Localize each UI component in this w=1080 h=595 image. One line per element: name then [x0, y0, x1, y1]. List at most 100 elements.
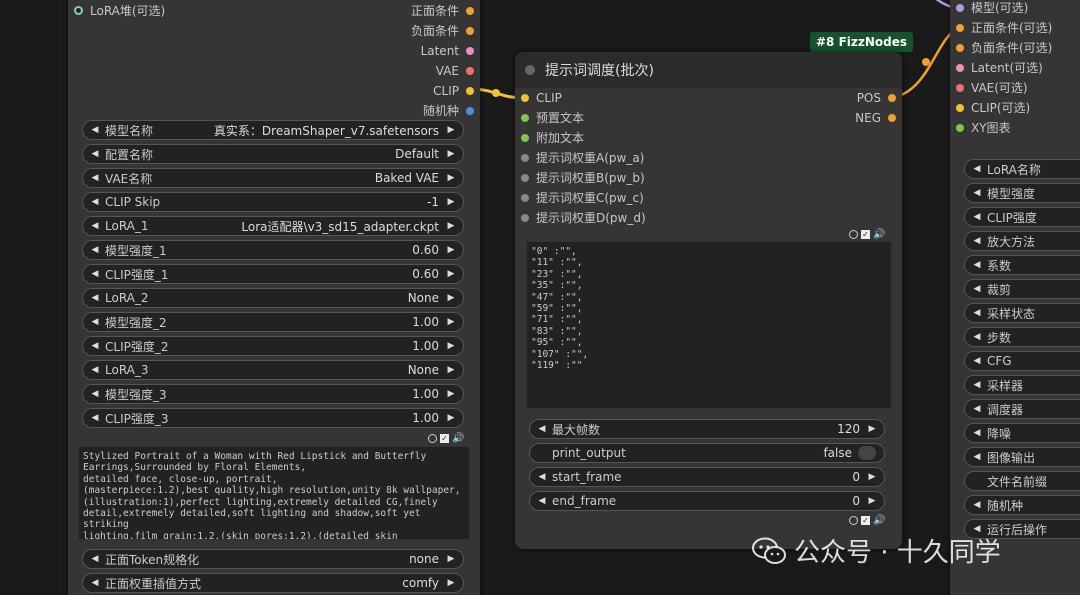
widget-right-2[interactable]: ◀CLIP强度▶	[964, 207, 1080, 227]
widget-right-0[interactable]: ◀LoRA名称▶	[964, 159, 1080, 179]
output-dot[interactable]	[466, 26, 474, 35]
widget-right-4[interactable]: ◀系数▶	[964, 255, 1080, 275]
checkbox-icon[interactable]: ✓	[861, 516, 870, 525]
checkbox-icon[interactable]: ✓	[440, 434, 449, 443]
widget-left-1[interactable]: ◀ 配置名称 Default ▶	[82, 144, 464, 164]
arrow-right-icon[interactable]: ▶	[445, 173, 457, 183]
arrow-left-icon[interactable]: ◀	[536, 496, 548, 506]
arrow-left-icon[interactable]: ◀	[971, 188, 983, 198]
input-slot-2[interactable]: 附加文本	[521, 128, 584, 148]
circle-icon[interactable]	[428, 434, 437, 443]
widget-right-9[interactable]: ◀采样器▶	[964, 375, 1080, 395]
arrow-left-icon[interactable]: ◀	[971, 380, 983, 390]
output-slot-3[interactable]: VAE	[436, 61, 474, 81]
output-slot-4[interactable]: CLIP	[433, 81, 474, 101]
input-dot[interactable]	[521, 93, 529, 102]
output-dot[interactable]	[466, 46, 474, 55]
input-dot[interactable]	[956, 23, 964, 32]
arrow-left-icon[interactable]: ◀	[971, 236, 983, 246]
arrow-right-icon[interactable]: ▶	[445, 269, 457, 279]
output-slot-2[interactable]: Latent	[421, 41, 474, 61]
widget-right-8[interactable]: ◀CFG▶	[964, 351, 1080, 371]
widget-left-12[interactable]: ◀ CLIP强度_3 1.00 ▶	[82, 408, 464, 428]
arrow-right-icon[interactable]: ▶	[445, 197, 457, 207]
input-dot[interactable]	[521, 193, 529, 202]
input-slot-1[interactable]: 预置文本	[521, 108, 584, 128]
input-dot[interactable]	[956, 123, 964, 132]
input-slot-3[interactable]: Latent(可选)	[956, 58, 1043, 78]
widget-mid-1[interactable]: ◀print_outputfalse	[529, 443, 885, 463]
positive-prompt-textarea[interactable]: Stylized Portrait of a Woman with Red Li…	[78, 446, 470, 540]
speaker-icon[interactable]: 🔊	[873, 515, 885, 526]
input-slot-5[interactable]: 提示词权重C(pw_c)	[521, 188, 644, 208]
arrow-right-icon[interactable]: ▶	[445, 389, 457, 399]
widget-mid-3[interactable]: ◀ end_frame 0 ▶	[529, 491, 885, 511]
arrow-left-icon[interactable]: ◀	[89, 149, 101, 159]
collapse-dot-icon[interactable]	[525, 65, 535, 75]
input-slot-4[interactable]: VAE(可选)	[956, 78, 1028, 98]
arrow-left-icon[interactable]: ◀	[971, 260, 983, 270]
arrow-left-icon[interactable]: ◀	[536, 424, 548, 434]
output-dot[interactable]	[888, 93, 896, 102]
node-canvas[interactable]: LoRA堆(可选) 正面条件 负面条件 Latent VAE CLIP 随机种 ◀ 模型名称…	[0, 0, 1080, 595]
output-dot[interactable]	[466, 106, 474, 115]
arrow-right-icon[interactable]: ▶	[445, 554, 457, 564]
arrow-right-icon[interactable]: ▶	[445, 245, 457, 255]
widget-left-2[interactable]: ◀ VAE名称 Baked VAE ▶	[82, 168, 464, 188]
output-dot[interactable]	[466, 66, 474, 75]
circle-icon[interactable]	[849, 230, 858, 239]
widget-left-11[interactable]: ◀ 模型强度_3 1.00 ▶	[82, 384, 464, 404]
input-dot[interactable]	[956, 63, 964, 72]
arrow-left-icon[interactable]: ◀	[971, 308, 983, 318]
arrow-left-icon[interactable]: ◀	[971, 212, 983, 222]
arrow-left-icon[interactable]: ◀	[89, 269, 101, 279]
widget-left-5[interactable]: ◀ 模型强度_1 0.60 ▶	[82, 240, 464, 260]
arrow-left-icon[interactable]: ◀	[971, 164, 983, 174]
ksampler-node[interactable]: 模型(可选) 正面条件(可选) 负面条件(可选) Latent(可选) VAE(可选) C…	[950, 0, 1080, 595]
input-dot[interactable]	[956, 103, 964, 112]
arrow-right-icon[interactable]: ▶	[866, 424, 878, 434]
node-title-bar[interactable]: 提示词调度(批次)	[515, 52, 902, 88]
input-slot-4[interactable]: 提示词权重B(pw_b)	[521, 168, 645, 188]
widget-right-14[interactable]: ◀随机种▶	[964, 495, 1080, 515]
input-dot[interactable]	[956, 43, 964, 52]
widget-right-3[interactable]: ◀放大方法▶	[964, 231, 1080, 251]
arrow-left-icon[interactable]: ◀	[971, 356, 983, 366]
input-slot-2[interactable]: 负面条件(可选)	[956, 38, 1052, 58]
output-dot[interactable]	[888, 113, 896, 122]
widget-left-8[interactable]: ◀ 模型强度_2 1.00 ▶	[82, 312, 464, 332]
widget-left-4[interactable]: ◀ LoRA_1 Lora适配器\v3_sd15_adapter.ckpt ▶	[82, 216, 464, 236]
arrow-left-icon[interactable]: ◀	[89, 554, 101, 564]
input-dot[interactable]	[956, 83, 964, 92]
input-slot-6[interactable]: 提示词权重D(pw_d)	[521, 208, 646, 228]
input-slot-5[interactable]: CLIP(可选)	[956, 98, 1030, 118]
arrow-left-icon[interactable]: ◀	[89, 197, 101, 207]
speaker-icon[interactable]: 🔊	[452, 433, 464, 444]
output-slot-neg[interactable]: NEG	[855, 108, 896, 128]
arrow-left-icon[interactable]: ◀	[89, 365, 101, 375]
input-dot[interactable]	[521, 173, 529, 182]
widget-left-7[interactable]: ◀ LoRA_2 None ▶	[82, 288, 464, 308]
arrow-left-icon[interactable]: ◀	[89, 389, 101, 399]
output-slot-0[interactable]: 正面条件	[411, 1, 474, 21]
input-slot-1[interactable]: 正面条件(可选)	[956, 18, 1052, 38]
input-dot[interactable]	[521, 153, 529, 162]
arrow-left-icon[interactable]: ◀	[89, 317, 101, 327]
widget-left-0[interactable]: ◀ 模型名称 真实系：DreamShaper_v7.safetensors ▶	[82, 120, 464, 140]
widget-right-5[interactable]: ◀裁剪▶	[964, 279, 1080, 299]
output-dot[interactable]	[466, 6, 474, 15]
arrow-left-icon[interactable]: ◀	[971, 332, 983, 342]
input-slot-6[interactable]: XY图表	[956, 118, 1011, 138]
arrow-right-icon[interactable]: ▶	[445, 125, 457, 135]
lora-stack-input-dot[interactable]	[74, 6, 83, 15]
toggle-knob[interactable]	[858, 446, 876, 460]
arrow-right-icon[interactable]: ▶	[445, 149, 457, 159]
arrow-left-icon[interactable]: ◀	[89, 173, 101, 183]
widget-right-1[interactable]: ◀模型强度▶	[964, 183, 1080, 203]
input-dot[interactable]	[956, 3, 964, 12]
input-dot[interactable]	[521, 133, 529, 142]
output-slot-pos[interactable]: POS	[857, 88, 896, 108]
arrow-left-icon[interactable]: ◀	[971, 428, 983, 438]
widget-right-7[interactable]: ◀步数▶	[964, 327, 1080, 347]
checkbox-icon[interactable]: ✓	[861, 230, 870, 239]
